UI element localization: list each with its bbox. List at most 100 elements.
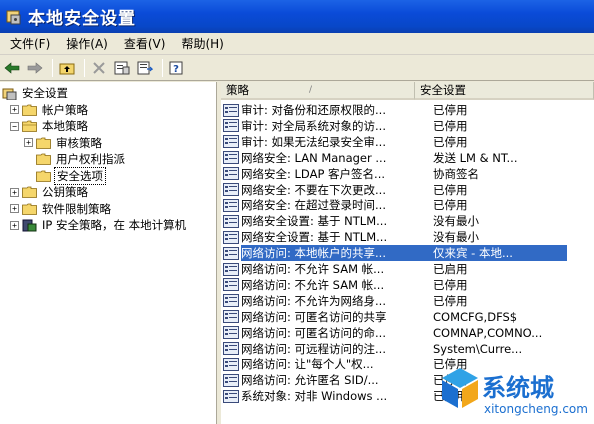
table-row[interactable]: 网络安全: 在超过登录时间... 已停用 <box>221 197 594 213</box>
policy-icon <box>223 389 239 403</box>
menu-item-2[interactable]: 查看(V) <box>116 35 174 52</box>
folder-icon <box>22 104 37 116</box>
tree-item[interactable]: + 帐户策略 <box>10 102 90 118</box>
security-settings-icon <box>2 87 17 101</box>
policy-name-cell: 网络访问: 不允许 SAM 帐... <box>241 277 385 292</box>
policy-name-cell: 网络访问: 本地帐户的共享... <box>241 245 417 262</box>
table-row[interactable]: 网络访问: 可匿名访问的命... COMNAP,COMNO... <box>221 325 594 341</box>
policy-name-cell: 网络访问: 允许匿名 SID/... <box>241 373 379 388</box>
tree-item[interactable]: + 审核策略 <box>24 135 104 151</box>
properties-icon[interactable] <box>112 58 132 78</box>
table-row[interactable]: 网络安全设置: 基于 NTLM... 没有最小 <box>221 213 594 229</box>
table-row[interactable]: 网络安全设置: 基于 NTLM... 没有最小 <box>221 229 594 245</box>
window-title: 本地安全设置 <box>28 9 136 29</box>
security-setting-cell: 发送 LM & NT... <box>433 150 518 165</box>
policy-name-cell: 系统对象: 对非 Windows ... <box>241 389 388 404</box>
toolbar-separator <box>162 58 163 77</box>
policy-icon <box>223 135 239 149</box>
security-setting-cell: 已停用 <box>433 182 468 197</box>
tree-pane[interactable]: 安全设置 + 帐户策略 − 本地策略 + 审核策略 用户权利指派 安全选项 + 公钥策略 + 软件限制策… <box>0 82 217 424</box>
toolbar-separator <box>52 58 53 77</box>
policy-icon <box>223 230 239 244</box>
watermark-logo: 系统城 xitongcheng.com <box>438 360 594 424</box>
watermark-text: 系统城 <box>482 374 554 402</box>
policy-icon <box>223 246 239 260</box>
policy-name-cell: 审计: 对备份和还原权限的... <box>241 103 386 117</box>
folder-icon <box>36 170 51 182</box>
collapse-icon[interactable]: − <box>10 121 19 131</box>
tree-item[interactable]: 用户权利指派 <box>24 151 127 167</box>
title-bar[interactable]: 本地安全设置 <box>0 0 594 33</box>
policy-icon <box>223 151 239 165</box>
policy-name-cell: 网络访问: 让"每个人"权... <box>241 357 374 372</box>
folder-icon <box>36 153 51 165</box>
policy-icon <box>223 183 239 196</box>
help-icon[interactable]: ? <box>167 58 187 78</box>
policy-icon <box>223 198 239 212</box>
security-setting-cell: 已启用 <box>433 262 468 276</box>
security-setting-cell: 仅来宾 - 本地... <box>417 245 567 262</box>
ip-security-icon <box>22 219 37 232</box>
table-row[interactable]: 网络访问: 不允许为网络身... 已停用 <box>221 293 594 309</box>
expand-icon[interactable]: + <box>10 187 19 197</box>
expand-icon[interactable]: + <box>24 138 33 147</box>
column-header-policy[interactable]: 策略 / <box>221 82 415 100</box>
tree-item-label: 安全设置 <box>22 86 68 100</box>
policy-icon <box>223 357 239 371</box>
tree-item[interactable]: + 软件限制策略 <box>10 201 113 217</box>
table-row[interactable]: 网络访问: 可匿名访问的共享 COMCFG,DFS$ <box>221 309 594 325</box>
forward-arrow-icon[interactable] <box>25 58 45 78</box>
table-row[interactable]: 网络访问: 本地帐户的共享... 仅来宾 - 本地... <box>221 245 594 262</box>
table-row[interactable]: 审计: 如果无法纪录安全审... 已停用 <box>221 134 594 150</box>
table-row[interactable]: 网络访问: 不允许 SAM 帐... 已停用 <box>221 277 594 293</box>
toolbar: ? <box>0 55 594 81</box>
table-row[interactable]: 网络访问: 不允许 SAM 帐... 已启用 <box>221 261 594 277</box>
expand-icon[interactable]: + <box>10 220 19 230</box>
policy-name-cell: 网络安全设置: 基于 NTLM... <box>241 230 388 245</box>
table-row[interactable]: 网络安全: 不要在下次更改... 已停用 <box>221 182 594 198</box>
policy-icon <box>223 262 239 276</box>
security-setting-cell: 已停用 <box>433 198 468 213</box>
tree-item[interactable]: 安全选项 <box>24 166 106 185</box>
policy-name-cell: 网络访问: 可远程访问的注... <box>241 341 386 356</box>
table-row[interactable]: 网络安全: LDAP 客户签名... 协商签名 <box>221 166 594 182</box>
tree-item-label: 帐户策略 <box>42 102 88 117</box>
policy-name-cell: 网络访问: 不允许 SAM 帐... <box>241 262 385 276</box>
watermark-url: xitongcheng.com <box>484 402 588 416</box>
menu-item-0[interactable]: 文件(F) <box>2 35 58 52</box>
folder-icon <box>36 137 51 149</box>
policy-name-cell: 网络访问: 不允许为网络身... <box>241 293 386 308</box>
policy-name-cell: 网络安全设置: 基于 NTLM... <box>241 214 388 229</box>
column-header-setting[interactable]: 安全设置 <box>415 82 594 100</box>
menu-item-3[interactable]: 帮助(H) <box>173 35 231 52</box>
security-setting-cell: System\Curre... <box>433 341 523 356</box>
export-list-icon[interactable] <box>135 58 155 78</box>
policy-name-cell: 网络访问: 可匿名访问的共享 <box>241 309 387 324</box>
up-folder-icon[interactable] <box>57 58 77 78</box>
table-row[interactable]: 网络安全: LAN Manager ... 发送 LM & NT... <box>221 150 594 166</box>
back-arrow-icon[interactable] <box>2 58 22 78</box>
policy-name-cell: 网络安全: LAN Manager ... <box>241 150 387 165</box>
tree-item-label: 用户权利指派 <box>56 152 125 166</box>
table-row[interactable]: 网络访问: 可远程访问的注... System\Curre... <box>221 341 594 357</box>
policy-icon <box>223 278 239 292</box>
expand-icon[interactable]: + <box>10 204 19 213</box>
table-row[interactable]: 审计: 对全局系统对象的访... 已停用 <box>221 118 594 134</box>
menu-bar: 文件(F) 操作(A) 查看(V) 帮助(H) <box>0 33 594 55</box>
delete-icon[interactable] <box>89 58 109 78</box>
folder-icon <box>22 120 37 132</box>
policy-name-cell: 审计: 对全局系统对象的访... <box>241 118 386 133</box>
tree-item[interactable]: − 本地策略 <box>10 118 90 134</box>
tree-item[interactable]: 安全设置 <box>2 85 70 101</box>
menu-item-1[interactable]: 操作(A) <box>58 35 116 52</box>
tree-item[interactable]: + 公钥策略 <box>10 184 90 200</box>
policy-icon <box>223 103 239 117</box>
tree-item-label: 本地策略 <box>42 119 88 133</box>
sort-indicator-icon: / <box>309 85 313 95</box>
tree-item[interactable]: + IP 安全策略，在 本地计算机 <box>10 217 188 233</box>
expand-icon[interactable]: + <box>10 105 19 114</box>
table-row[interactable]: 审计: 对备份和还原权限的... 已停用 <box>221 102 594 118</box>
policy-name-cell: 网络安全: LDAP 客户签名... <box>241 166 386 181</box>
policy-name-cell: 审计: 如果无法纪录安全审... <box>241 134 386 149</box>
policy-name-cell: 网络访问: 可匿名访问的命... <box>241 325 386 340</box>
